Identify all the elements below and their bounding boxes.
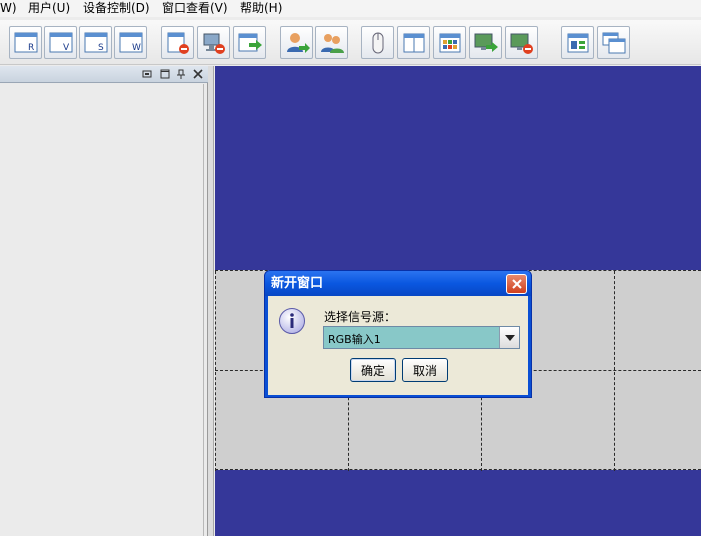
cancel-button[interactable]: 取消	[402, 358, 448, 382]
window-r-icon: R	[14, 32, 37, 53]
menu-item-device-control[interactable]: 设备控制(D)	[81, 1, 152, 16]
cascade-windows-icon	[602, 32, 625, 53]
grid-layout-icon	[439, 33, 460, 52]
layout-window-button[interactable]	[561, 26, 594, 59]
window-s-button[interactable]: S	[79, 26, 112, 59]
export-window-icon	[238, 33, 262, 51]
chevron-down-icon	[504, 334, 515, 341]
mouse-button[interactable]	[361, 26, 394, 59]
menu-item-window-view[interactable]: 窗口查看(V)	[160, 1, 230, 16]
window-v-button[interactable]: V	[44, 26, 77, 59]
user-button[interactable]	[280, 26, 313, 59]
split-view-icon	[403, 33, 424, 52]
user-icon	[286, 32, 310, 53]
info-icon	[279, 308, 305, 334]
pin-icon[interactable]	[176, 69, 186, 79]
menu-item-help[interactable]: 帮助(H)	[238, 1, 284, 16]
grid-layout-button[interactable]	[433, 26, 466, 59]
window-r-button[interactable]: R	[9, 26, 42, 59]
new-window-dialog: 新开窗口 选择信号源： RGB输入1 确定 取消	[264, 270, 532, 398]
svg-text:V: V	[63, 43, 70, 53]
cascade-windows-button[interactable]	[597, 26, 630, 59]
dialog-title-bar[interactable]: 新开窗口	[265, 271, 531, 296]
dialog-close-button[interactable]	[506, 274, 527, 294]
signal-source-label: 选择信号源：	[324, 310, 397, 324]
grid-line	[215, 271, 216, 471]
dialog-body: 选择信号源： RGB输入1 确定 取消	[268, 296, 528, 395]
screen-delete-icon	[510, 33, 533, 54]
menu-bar: W) 用户(U) 设备控制(D) 窗口查看(V) 帮助(H)	[0, 0, 701, 17]
dialog-title: 新开窗口	[271, 276, 324, 291]
users-icon	[320, 33, 344, 53]
window-delete-icon	[167, 32, 189, 54]
close-icon	[511, 279, 522, 289]
svg-text:S: S	[98, 43, 104, 53]
ok-button[interactable]: 确定	[350, 358, 396, 382]
signal-source-select[interactable]: RGB输入1	[323, 326, 520, 349]
window-w-button[interactable]: W	[114, 26, 147, 59]
maximize-icon[interactable]	[160, 69, 170, 79]
screen-export-icon	[474, 33, 498, 52]
split-view-button[interactable]	[397, 26, 430, 59]
toolbar: R V S W	[0, 20, 701, 65]
mouse-icon	[372, 32, 383, 53]
export-window-button[interactable]	[233, 26, 266, 59]
users-button[interactable]	[315, 26, 348, 59]
svg-text:W: W	[132, 43, 141, 53]
panel-splitter[interactable]	[208, 66, 214, 536]
menu-item-window[interactable]: W)	[0, 1, 19, 16]
screen-delete-button[interactable]	[505, 26, 538, 59]
window-s-icon: S	[84, 32, 107, 53]
close-icon[interactable]	[193, 69, 203, 79]
grid-line	[614, 271, 615, 471]
window-delete-button[interactable]	[161, 26, 194, 59]
restore-icon[interactable]	[142, 69, 152, 79]
window-v-icon: V	[49, 32, 72, 53]
side-panel-content	[0, 84, 204, 536]
window-w-icon: W	[119, 32, 142, 53]
side-panel-header	[0, 66, 208, 83]
signal-source-value: RGB输入1	[328, 333, 381, 346]
menu-item-user[interactable]: 用户(U)	[26, 1, 72, 16]
monitor-delete-icon	[203, 33, 225, 54]
monitor-delete-button[interactable]	[197, 26, 230, 59]
svg-text:R: R	[28, 43, 34, 53]
screen-export-button[interactable]	[469, 26, 502, 59]
dropdown-button[interactable]	[499, 327, 519, 348]
side-panel	[0, 66, 208, 536]
layout-window-icon	[567, 33, 588, 52]
